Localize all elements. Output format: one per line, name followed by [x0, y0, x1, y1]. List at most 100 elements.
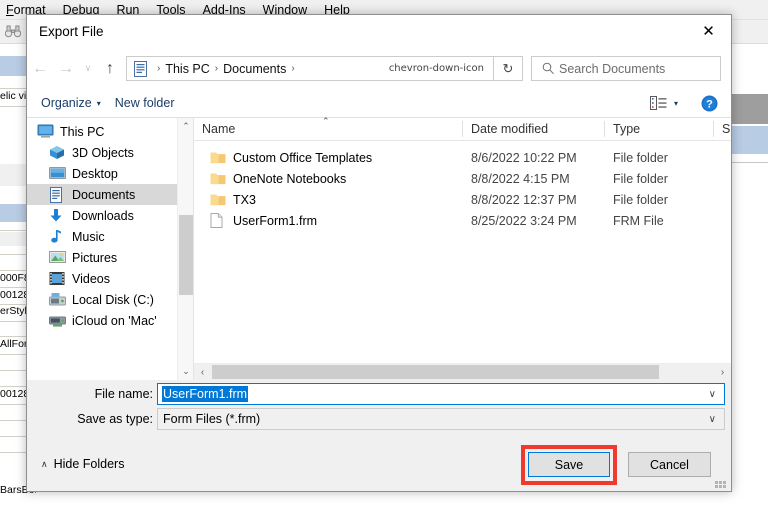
sidebar-item-label: 3D Objects — [72, 145, 134, 160]
help-icon[interactable]: ? — [701, 95, 718, 112]
sidebar-item-desktop[interactable]: Desktop — [27, 163, 177, 184]
sidebar-item-pictures[interactable]: Pictures — [27, 247, 177, 268]
organize-button[interactable]: Organize ▾ — [41, 96, 101, 110]
new-folder-button[interactable]: New folder — [115, 96, 175, 110]
column-header-type[interactable]: Type — [605, 118, 713, 140]
sidebar-item-label: Videos — [72, 271, 110, 286]
column-header-size[interactable]: S — [714, 118, 731, 140]
breadcrumb-documents[interactable]: Documents — [223, 62, 286, 76]
chevron-down-icon[interactable]: ▾ — [674, 99, 678, 108]
sidebar-item-icloud-on-mac[interactable]: iCloud on 'Mac' — [27, 310, 177, 331]
dialog-title: Export File — [39, 24, 104, 39]
chevron-down-icon[interactable]: ∨ — [709, 414, 716, 425]
svg-text:?: ? — [706, 98, 713, 110]
search-input[interactable]: Search Documents — [531, 56, 721, 81]
sidebar-item-3d-objects[interactable]: 3D Objects — [27, 142, 177, 163]
file-name-cell: OneNote Notebooks — [210, 168, 346, 189]
scroll-up-icon[interactable]: ⌃ — [178, 118, 193, 135]
sidebar-item-downloads[interactable]: Downloads — [27, 205, 177, 226]
resize-grip[interactable] — [715, 477, 726, 488]
table-row[interactable]: Custom Office Templates 8/6/2022 10:22 P… — [194, 147, 731, 168]
navigation-pane: This PC 3D Objects Desktop Documents Dow… — [27, 118, 193, 380]
scroll-left-icon[interactable]: ‹ — [194, 364, 211, 380]
close-icon[interactable]: ✕ — [686, 15, 731, 46]
table-row[interactable]: OneNote Notebooks 8/8/2022 4:15 PM File … — [194, 168, 731, 189]
sidebar-item-label: Downloads — [72, 208, 134, 223]
sidebar-item-videos[interactable]: Videos — [27, 268, 177, 289]
scrollbar-thumb[interactable] — [212, 365, 659, 379]
file-type-cell: File folder — [613, 171, 668, 186]
table-row[interactable]: UserForm1.frm 8/25/2022 3:24 PM FRM File — [194, 210, 731, 231]
pictures-icon — [49, 250, 66, 266]
file-name-text: TX3 — [233, 192, 256, 207]
breadcrumb-separator-0: › — [157, 63, 161, 74]
file-name-cell: TX3 — [210, 189, 256, 210]
screen: Format Debug Run Tools Add-Ins Window He… — [0, 0, 768, 507]
chevron-down-icon: ▾ — [96, 98, 101, 108]
music-icon — [49, 229, 66, 245]
file-name-cell: UserForm1.frm — [210, 210, 317, 231]
scrollbar-thumb[interactable] — [179, 215, 193, 295]
breadcrumb-this-pc[interactable]: This PC — [165, 62, 209, 76]
folder-icon — [210, 150, 226, 165]
file-icon — [210, 213, 226, 228]
file-date-cell: 8/8/2022 12:37 PM — [471, 192, 577, 207]
save-button[interactable]: Save — [528, 452, 610, 477]
forward-button[interactable]: → — [53, 56, 79, 82]
cancel-button[interactable]: Cancel — [628, 452, 711, 477]
hide-folders-button[interactable]: ∧ Hide Folders — [41, 457, 124, 471]
file-form-area: File name: UserForm1.frm ∨ Save as type:… — [27, 380, 731, 442]
binoculars-icon[interactable] — [3, 24, 22, 40]
recent-locations-button[interactable]: ∨ — [79, 56, 97, 82]
save-as-type-value: Form Files (*.frm) — [163, 412, 261, 426]
up-button[interactable]: ↑ — [97, 56, 123, 82]
sidebar-item-label: Music — [72, 229, 105, 244]
sidebar-item-label: Documents — [72, 187, 136, 202]
scroll-down-icon[interactable]: ⌄ — [178, 363, 193, 380]
file-type-cell: FRM File — [613, 213, 664, 228]
refresh-icon[interactable]: ↻ — [494, 56, 523, 81]
table-row[interactable]: TX3 8/8/2022 12:37 PM File folder — [194, 189, 731, 210]
3d-objects-icon — [49, 145, 66, 161]
view-controls: ▾ ? — [649, 95, 718, 112]
documents-folder-icon — [133, 60, 148, 77]
file-name-label: File name: — [94, 387, 153, 401]
chevron-up-icon: ∧ — [41, 458, 48, 469]
export-file-dialog: Export File ✕ ← → ∨ ↑ › This PC › Docume… — [26, 14, 732, 492]
sidebar-item-local-disk[interactable]: Local Disk (C:) — [27, 289, 177, 310]
address-bar[interactable]: › This PC › Documents › chevron-down-ico… — [126, 56, 494, 81]
column-headers: ⌃ Name Date modified Type S — [194, 116, 731, 141]
file-date-cell: 8/25/2022 3:24 PM — [471, 213, 577, 228]
organize-label: Organize — [41, 96, 92, 110]
column-header-date-modified[interactable]: Date modified — [463, 118, 605, 140]
sidebar-item-this-pc[interactable]: This PC — [27, 121, 177, 142]
folder-icon — [210, 192, 226, 207]
nav-pane-scrollbar[interactable]: ⌃ ⌄ — [177, 118, 193, 380]
file-name-text: OneNote Notebooks — [233, 171, 347, 186]
videos-icon — [49, 271, 66, 287]
desktop-icon — [49, 166, 66, 182]
file-name-input[interactable]: UserForm1.frm ∨ — [157, 383, 725, 405]
column-header-name[interactable]: Name — [194, 118, 464, 140]
save-as-type-label: Save as type: — [77, 412, 153, 426]
chevron-down-icon[interactable]: chevron-down-icon — [389, 63, 484, 74]
file-type-cell: File folder — [613, 150, 668, 165]
network-drive-icon — [49, 313, 66, 329]
file-type-cell: File folder — [613, 192, 668, 207]
this-pc-icon — [37, 124, 54, 140]
sidebar-item-label: Desktop — [72, 166, 118, 181]
sidebar-item-music[interactable]: Music — [27, 226, 177, 247]
file-list-horizontal-scrollbar[interactable]: ‹ › — [194, 363, 731, 380]
documents-icon — [49, 186, 66, 203]
back-button[interactable]: ← — [27, 56, 53, 82]
downloads-icon — [49, 208, 66, 224]
chevron-down-icon[interactable]: ∨ — [709, 389, 716, 400]
file-name-text: UserForm1.frm — [233, 213, 318, 228]
file-name-cell: Custom Office Templates — [210, 147, 372, 168]
search-icon — [542, 62, 555, 75]
sidebar-item-documents[interactable]: Documents — [27, 184, 177, 205]
view-options-icon[interactable] — [649, 96, 667, 110]
file-date-cell: 8/6/2022 10:22 PM — [471, 150, 577, 165]
save-as-type-select[interactable]: Form Files (*.frm) ∨ — [157, 408, 725, 430]
scroll-right-icon[interactable]: › — [714, 364, 731, 380]
